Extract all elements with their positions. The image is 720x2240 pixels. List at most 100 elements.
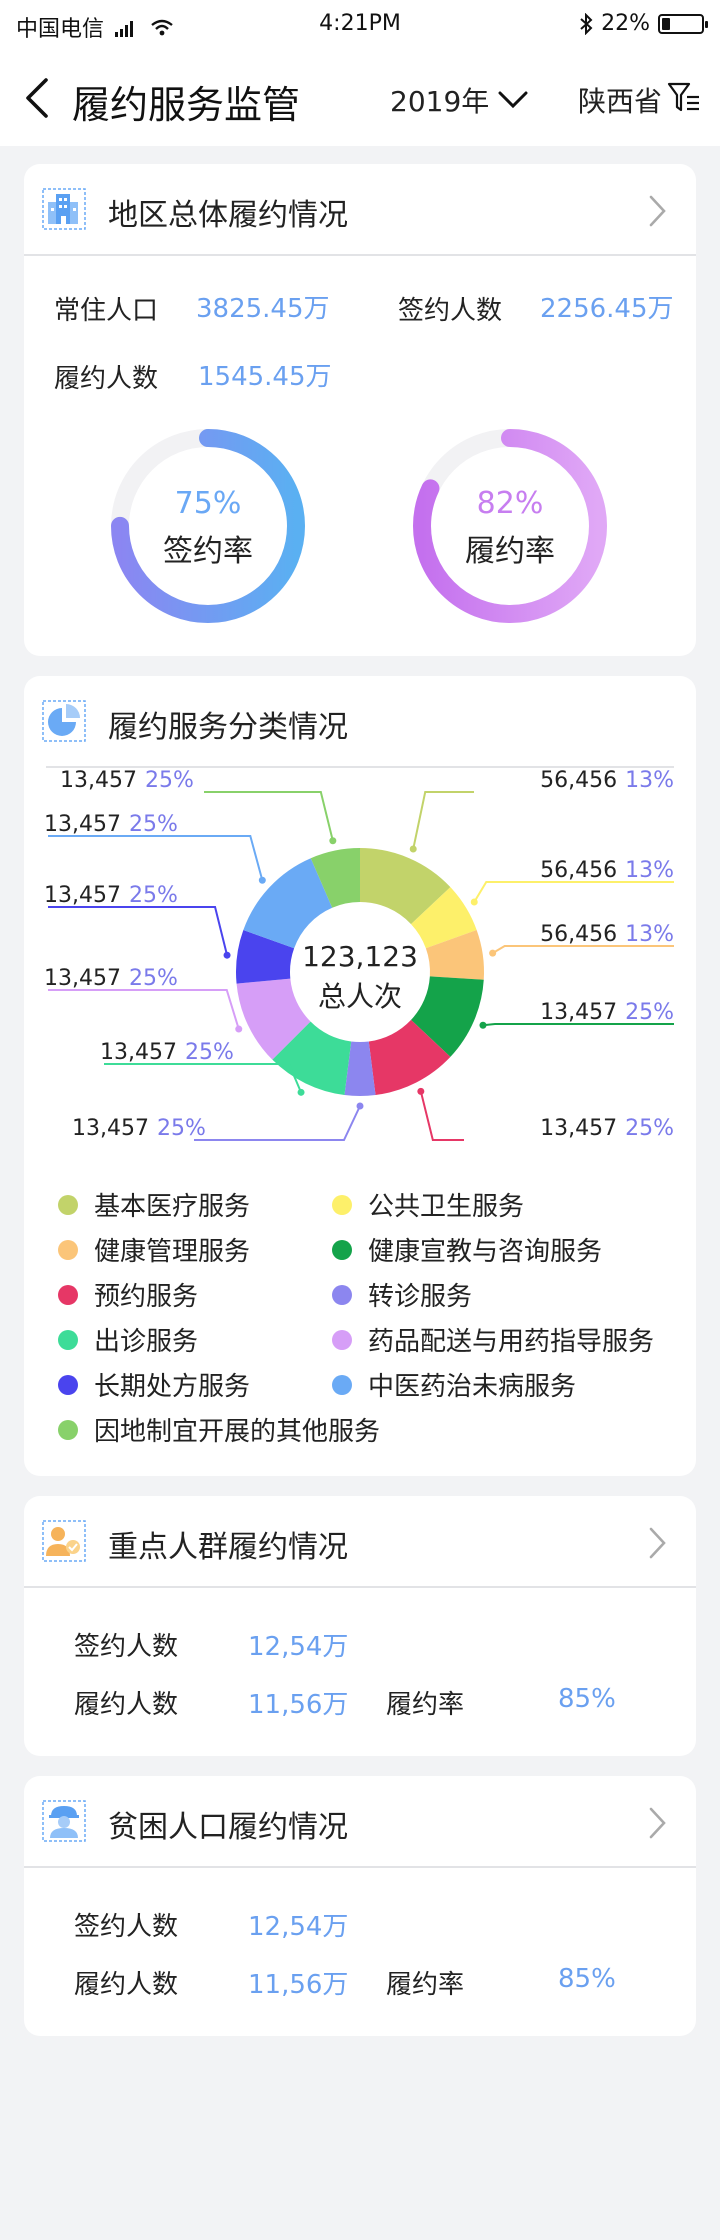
resident-value: 3825.45万 xyxy=(196,294,330,324)
legend-label: 因地制宜开展的其他服务 xyxy=(94,1417,381,1447)
legend-label: 基本医疗服务 xyxy=(94,1192,251,1222)
leader-dot xyxy=(356,1102,364,1110)
legend-item[interactable]: 出诊服务 xyxy=(58,1321,198,1358)
year-selector[interactable]: 2019年 xyxy=(390,80,529,120)
legend-item[interactable]: 药品配送与用药指导服务 xyxy=(332,1321,654,1358)
poverty-performed-label: 履约人数 xyxy=(74,1970,179,2000)
chevron-right-icon[interactable] xyxy=(648,1526,668,1560)
leader-dot xyxy=(329,837,337,845)
pie-value-percent: 25% xyxy=(156,1116,206,1141)
signed-value: 2256.45万 xyxy=(540,294,674,324)
pie-value-label: 13,457 25% xyxy=(72,1116,206,1141)
legend-item[interactable]: 公共卫生服务 xyxy=(332,1186,524,1223)
pie-value-label: 13,457 25% xyxy=(44,883,178,908)
key-groups-card-header[interactable]: 重点人群履约情况 xyxy=(24,1496,696,1586)
pie-value-count: 56,456 xyxy=(540,922,618,947)
sign-rate-label: 签约率 xyxy=(163,534,253,569)
chevron-down-icon xyxy=(498,91,528,109)
pie-value-percent: 25% xyxy=(128,966,178,991)
legend-dot xyxy=(332,1284,352,1305)
category-legend: 基本医疗服务 公共卫生服务健康管理服务 健康宣教与咨询服务预约服务 转诊服务出诊服务 药… xyxy=(58,1186,678,1466)
signed-label: 签约人数 xyxy=(398,296,503,326)
status-right: 22% xyxy=(579,11,708,36)
poverty-signed-label: 签约人数 xyxy=(74,1912,179,1942)
legend-label: 转诊服务 xyxy=(368,1282,473,1312)
resident-label: 常住人口 xyxy=(54,296,159,326)
chevron-right-icon[interactable] xyxy=(648,194,668,228)
poverty-rate-label: 履约率 xyxy=(386,1970,465,2000)
poverty-performed-value: 11,56万 xyxy=(248,1970,349,2000)
key-groups-performed-value: 11,56万 xyxy=(248,1690,349,1720)
pie-value-count: 56,456 xyxy=(540,768,618,793)
legend-label: 药品配送与用药指导服务 xyxy=(368,1327,655,1357)
pie-value-label: 13,457 25% xyxy=(100,1040,234,1065)
category-card-header: 履约服务分类情况 xyxy=(24,676,696,766)
leader-line xyxy=(48,906,229,956)
legend-item[interactable]: 健康管理服务 xyxy=(58,1231,250,1268)
leader-line xyxy=(48,835,264,881)
pie-value-count: 13,457 xyxy=(72,1116,149,1141)
sign-rate-value: 75% xyxy=(174,486,242,521)
donut-center-label: 总人次 xyxy=(318,980,402,1013)
pie-value-percent: 25% xyxy=(184,1040,234,1065)
poverty-title: 贫困人口履约情况 xyxy=(108,1810,348,1845)
back-icon[interactable] xyxy=(20,74,60,122)
filter-icon[interactable] xyxy=(666,80,702,116)
overall-card: 地区总体履约情况 常住人口 3825.45万 签约人数 2256.45万 履约人… xyxy=(24,164,696,656)
pie-value-label: 13,457 25% xyxy=(540,1116,674,1141)
pie-value-count: 13,457 xyxy=(100,1040,177,1065)
battery-icon xyxy=(658,13,708,34)
key-groups-rate-value: 85% xyxy=(558,1684,616,1714)
leader-dot xyxy=(417,1087,425,1095)
leader-dot xyxy=(470,898,478,906)
leader-line xyxy=(492,945,674,954)
legend-dot xyxy=(58,1284,78,1305)
leader-dot xyxy=(489,949,497,957)
category-title: 履约服务分类情况 xyxy=(108,710,348,745)
legend-label: 出诊服务 xyxy=(94,1327,199,1357)
poverty-card-header[interactable]: 贫困人口履约情况 xyxy=(24,1776,696,1866)
legend-label: 中医药治未病服务 xyxy=(368,1372,577,1402)
battery-level xyxy=(662,17,671,30)
leader-dot xyxy=(297,1088,305,1096)
legend-item[interactable]: 转诊服务 xyxy=(332,1276,472,1313)
overall-title: 地区总体履约情况 xyxy=(108,198,348,233)
poverty-signed-value: 12,54万 xyxy=(248,1912,349,1942)
perform-rate-value: 82% xyxy=(476,486,544,521)
pie-value-percent: 25% xyxy=(625,1116,674,1141)
pie-value-count: 13,457 xyxy=(44,812,121,837)
pie-value-count: 13,457 xyxy=(540,1116,618,1141)
people-group-icon xyxy=(42,1520,86,1562)
legend-item[interactable]: 健康宣教与咨询服务 xyxy=(332,1231,602,1268)
pie-value-percent: 25% xyxy=(128,883,178,908)
overall-card-header[interactable]: 地区总体履约情况 xyxy=(24,164,696,254)
poverty-rate-value: 85% xyxy=(558,1964,616,1994)
pie-value-count: 56,456 xyxy=(540,858,618,883)
leader-line xyxy=(204,791,334,842)
legend-item[interactable]: 因地制宜开展的其他服务 xyxy=(58,1411,380,1448)
region-selector[interactable]: 陕西省 xyxy=(578,80,662,120)
status-bar: 中国电信 4:21PM 22% xyxy=(0,0,720,50)
legend-item[interactable]: 基本医疗服务 xyxy=(58,1186,250,1223)
chevron-right-icon[interactable] xyxy=(648,1806,668,1840)
legend-dot xyxy=(332,1194,352,1215)
pie-value-label: 56,456 13% xyxy=(540,922,674,947)
legend-item[interactable]: 中医药治未病服务 xyxy=(332,1366,576,1403)
pie-value-count: 13,457 xyxy=(44,883,121,908)
legend-dot xyxy=(58,1329,78,1350)
key-groups-signed-label: 签约人数 xyxy=(74,1632,179,1662)
category-card: 履约服务分类情况 123,123 总人次 13,457 25% 56,456 13% 13… xyxy=(24,676,696,1476)
legend-item[interactable]: 长期处方服务 xyxy=(58,1366,250,1403)
key-groups-rate-label: 履约率 xyxy=(386,1690,465,1720)
legend-label: 长期处方服务 xyxy=(94,1372,251,1402)
legend-item[interactable]: 预约服务 xyxy=(58,1276,198,1313)
key-groups-title: 重点人群履约情况 xyxy=(108,1530,348,1565)
pie-value-count: 13,457 xyxy=(44,966,121,991)
legend-label: 健康宣教与咨询服务 xyxy=(368,1237,603,1267)
pie-value-label: 13,457 25% xyxy=(540,1000,674,1025)
perform-rate-label: 履约率 xyxy=(465,534,555,569)
legend-label: 健康管理服务 xyxy=(94,1237,251,1267)
poverty-card: 贫困人口履约情况 签约人数 12,54万 履约人数 11,56万 履约率 85% xyxy=(24,1776,696,2036)
pie-value-percent: 25% xyxy=(144,768,194,793)
key-groups-card: 重点人群履约情况 签约人数 12,54万 履约人数 11,56万 履约率 85% xyxy=(24,1496,696,1756)
